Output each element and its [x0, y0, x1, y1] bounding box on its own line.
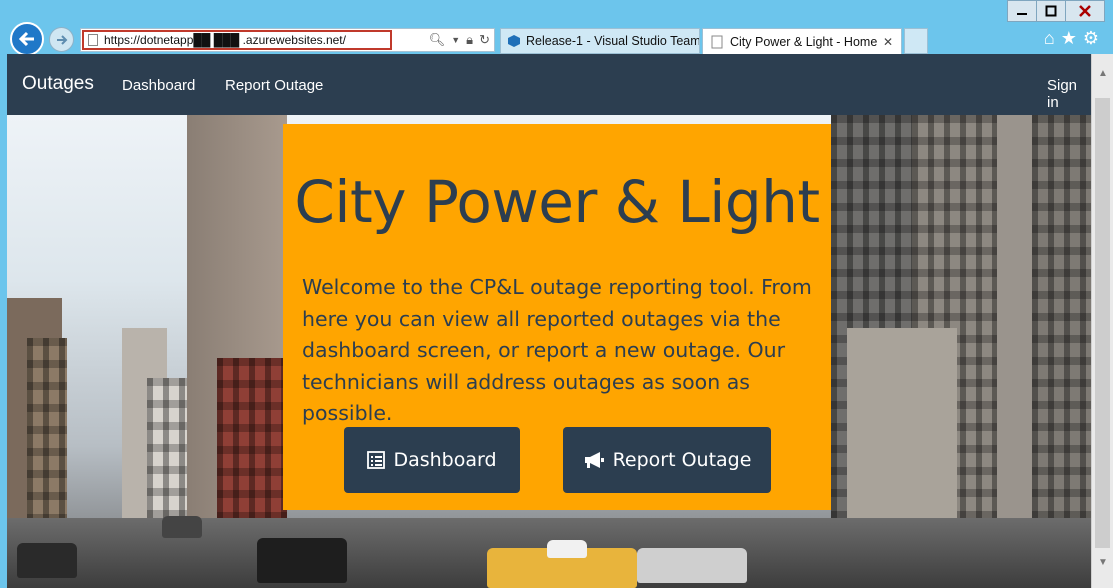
url-text: https://dotnetapp██ ███ .azurewebsites.n… — [104, 33, 346, 47]
star-icon[interactable]: ★ — [1061, 28, 1077, 49]
dashboard-button-label: Dashboard — [393, 449, 497, 471]
site-navbar: Outages Dashboard Report Outage Sign in — [7, 54, 1091, 115]
sign-in-link[interactable]: Sign in — [1047, 77, 1091, 111]
nav-report-outage-link[interactable]: Report Outage — [225, 77, 323, 94]
scroll-down-icon[interactable]: ▼ — [1098, 557, 1108, 568]
maximize-button[interactable] — [1036, 0, 1066, 22]
dashboard-button[interactable]: Dashboard — [344, 427, 520, 493]
tab-close-icon[interactable]: ✕ — [883, 35, 893, 49]
window-controls — [1007, 0, 1105, 22]
bullhorn-icon — [584, 452, 604, 468]
brand-link[interactable]: Outages — [22, 73, 94, 95]
maximize-icon — [1045, 5, 1057, 17]
minimize-button[interactable] — [1007, 0, 1037, 22]
scroll-up-icon[interactable]: ▲ — [1098, 68, 1108, 79]
arrow-left-icon — [18, 31, 34, 47]
hero-title: City Power & Light — [294, 168, 820, 236]
hero-panel: City Power & Light Welcome to the CP&L o… — [283, 124, 831, 510]
address-bar[interactable]: https://dotnetapp██ ███ .azurewebsites.n… — [80, 28, 495, 52]
scrollbar-thumb[interactable] — [1095, 98, 1110, 548]
lock-icon[interactable]: 🔒︎ — [466, 32, 473, 48]
home-icon[interactable]: ⌂ — [1044, 28, 1055, 49]
tab-home[interactable]: City Power & Light - Home ✕ — [702, 28, 902, 54]
web-page: Outages Dashboard Report Outage Sign in … — [7, 54, 1091, 588]
list-icon — [367, 451, 386, 469]
nav-dashboard-link[interactable]: Dashboard — [122, 77, 195, 94]
browser-chrome: https://dotnetapp██ ███ .azurewebsites.n… — [0, 0, 1113, 56]
new-tab-button[interactable] — [904, 28, 928, 54]
vertical-scrollbar[interactable]: ▲ ▼ — [1091, 54, 1113, 588]
page-icon — [709, 35, 725, 49]
back-button[interactable] — [10, 22, 44, 56]
gear-icon[interactable]: ⚙ — [1083, 28, 1099, 49]
dropdown-icon[interactable]: ▼ — [451, 35, 460, 45]
forward-button[interactable] — [49, 27, 74, 52]
tab-release[interactable]: Release-1 - Visual Studio Team... — [500, 28, 700, 54]
page-icon — [88, 34, 98, 46]
tab-label: Release-1 - Visual Studio Team... — [526, 34, 700, 48]
close-button[interactable] — [1065, 0, 1105, 22]
report-outage-button-label: Report Outage — [612, 449, 752, 471]
url-field[interactable]: https://dotnetapp██ ███ .azurewebsites.n… — [82, 30, 392, 50]
hero-description: Welcome to the CP&L outage reporting too… — [302, 275, 812, 425]
report-outage-button[interactable]: Report Outage — [563, 427, 771, 493]
vsts-icon — [507, 34, 521, 48]
search-icon[interactable]: 🔍︎ — [429, 32, 446, 48]
close-icon — [1079, 5, 1091, 17]
address-tools: 🔍︎ ▼ 🔒︎ ↻ — [429, 32, 490, 48]
arrow-right-icon — [56, 34, 67, 45]
minimize-icon — [1017, 13, 1027, 15]
browser-toolbar: ⌂ ★ ⚙ — [1044, 28, 1099, 49]
refresh-icon[interactable]: ↻ — [479, 32, 490, 48]
tab-label: City Power & Light - Home — [730, 34, 878, 49]
